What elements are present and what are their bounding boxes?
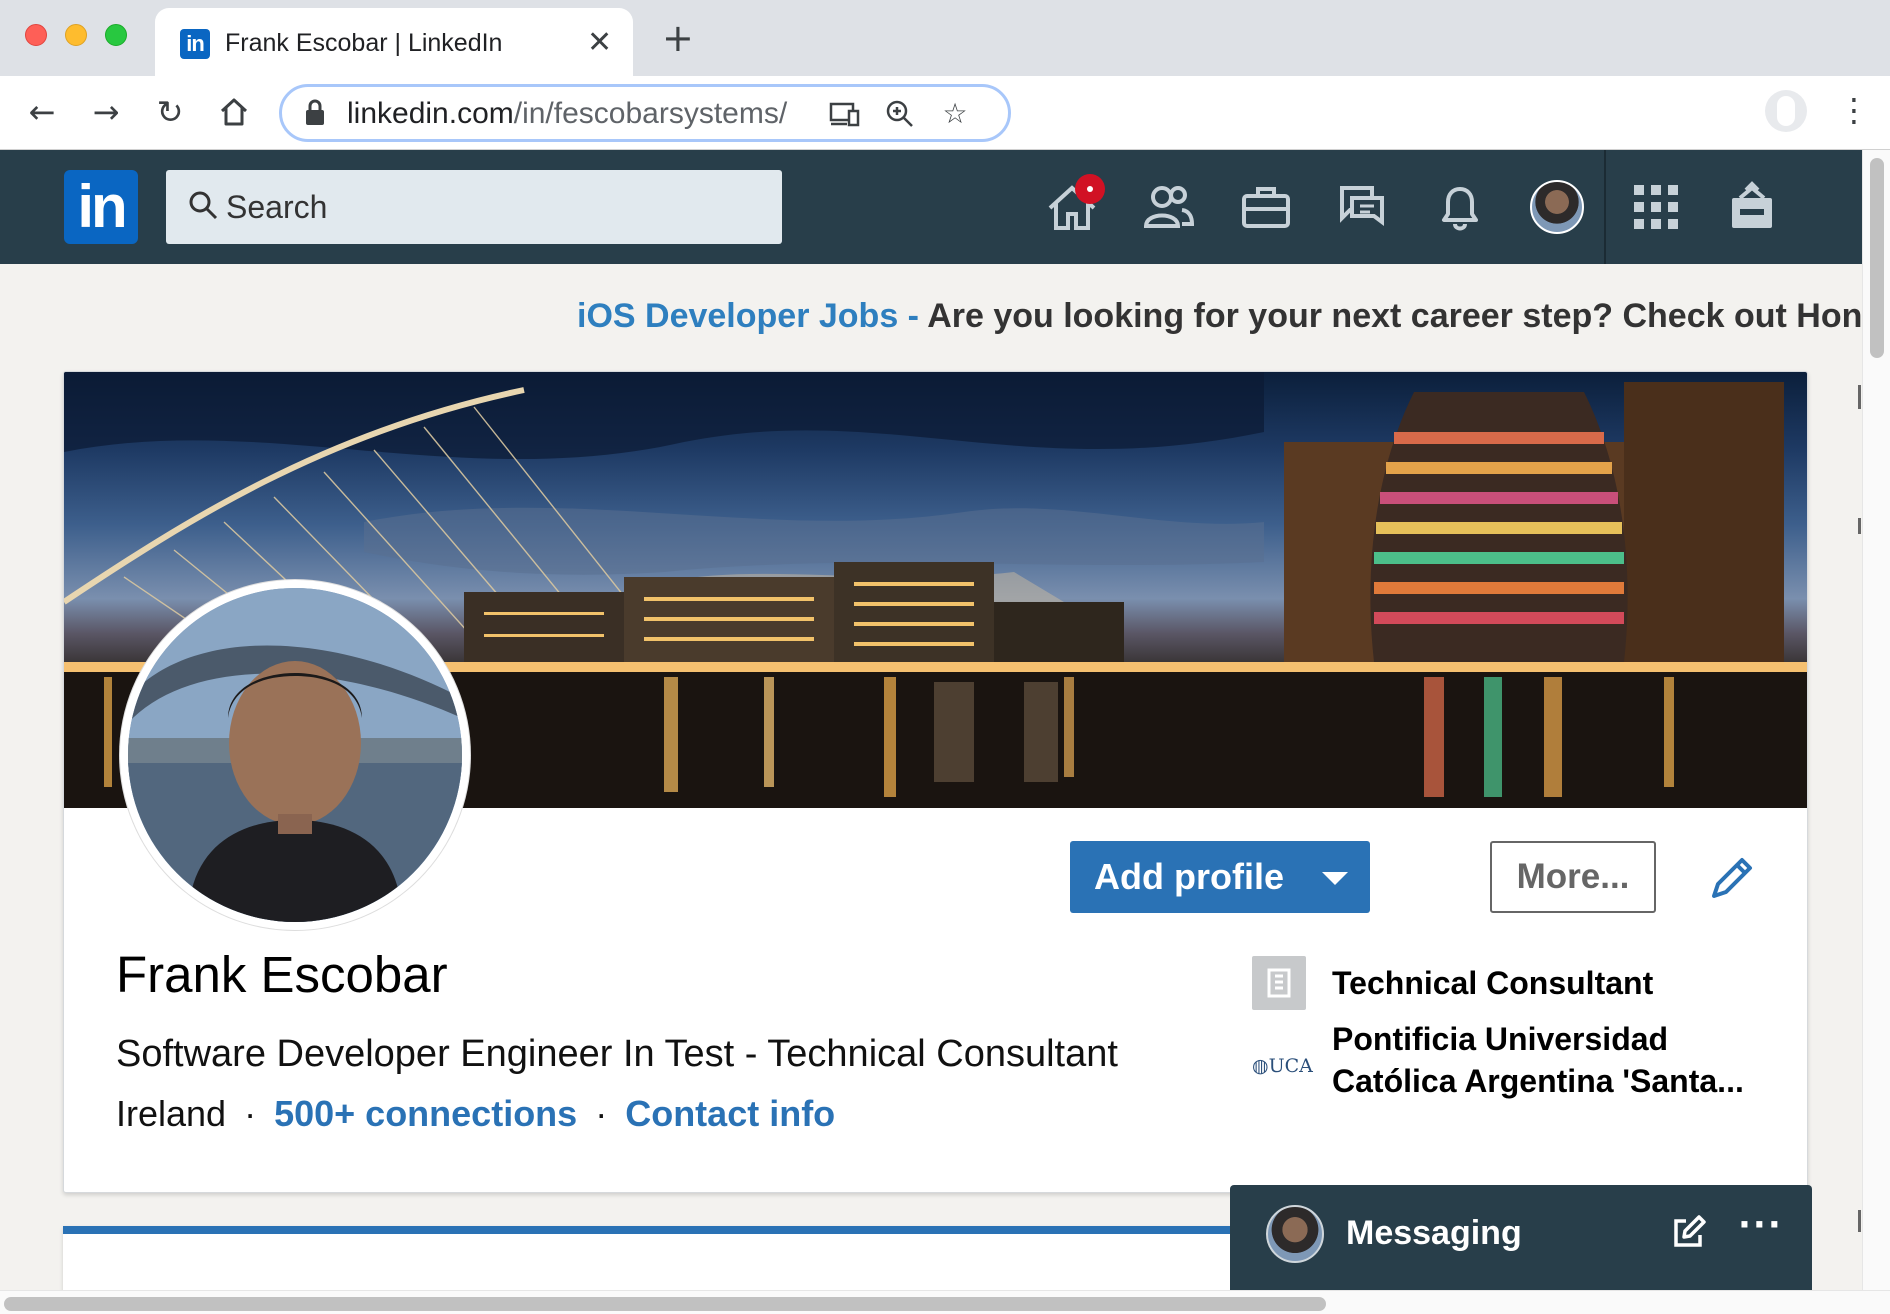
- zoom-icon[interactable]: [882, 95, 918, 133]
- profile-name: Frank Escobar: [116, 946, 448, 1003]
- messaging-more-icon[interactable]: ···: [1738, 1203, 1783, 1247]
- edge-glimpse: [1858, 1210, 1861, 1232]
- address-bar[interactable]: linkedin.com/in/fescobarsystems/ ☆: [279, 84, 1011, 142]
- promo-link[interactable]: iOS Developer Jobs -: [577, 297, 919, 335]
- lock-icon: [306, 99, 324, 125]
- linkedin-favicon-icon: in: [180, 29, 210, 59]
- company-building-icon: [1252, 956, 1306, 1010]
- compose-message-icon[interactable]: [1670, 1215, 1706, 1251]
- minimize-window-button[interactable]: [65, 24, 87, 46]
- vertical-scrollbar[interactable]: [1862, 150, 1890, 1290]
- horizontal-scrollbar[interactable]: [0, 1290, 1890, 1314]
- nav-divider: [1604, 150, 1606, 264]
- maximize-window-button[interactable]: [105, 24, 127, 46]
- horizontal-scroll-thumb[interactable]: [4, 1297, 1326, 1311]
- messaging-dock[interactable]: Messaging ···: [1230, 1185, 1812, 1295]
- promo-ad[interactable]: iOS Developer Jobs - Are you looking for…: [577, 294, 1862, 338]
- separator-dot: ·: [244, 1093, 257, 1134]
- caret-down-icon: [1322, 872, 1348, 885]
- browser-tab-strip: in Frank Escobar | LinkedIn ✕ +: [0, 0, 1890, 76]
- browser-toolbar: ← → ↻ linkedin.com/in/fescobarsystems/ ☆…: [0, 76, 1890, 150]
- new-tab-button[interactable]: +: [662, 18, 694, 58]
- edge-glimpse: [1858, 518, 1861, 534]
- apps-grid-icon[interactable]: [1628, 180, 1684, 234]
- close-window-button[interactable]: [25, 24, 47, 46]
- cast-device-icon[interactable]: [827, 95, 863, 133]
- search-icon: [189, 191, 218, 220]
- browser-profile-icon[interactable]: [1765, 90, 1807, 132]
- vertical-scroll-thumb[interactable]: [1870, 158, 1884, 358]
- profile-photo[interactable]: [120, 580, 470, 930]
- profile-headline: Software Developer Engineer In Test - Te…: [116, 1033, 1118, 1075]
- search-box[interactable]: [166, 170, 782, 244]
- close-tab-icon[interactable]: ✕: [587, 26, 612, 60]
- profile-top-card: Add profile section More... Frank Escoba…: [63, 371, 1808, 1193]
- notification-dot-icon: [1075, 174, 1105, 204]
- reload-icon[interactable]: ↻: [148, 90, 192, 134]
- tab-title: Frank Escobar | LinkedIn: [225, 29, 503, 57]
- linkedin-navbar: in: [0, 150, 1862, 264]
- search-input[interactable]: [226, 170, 766, 244]
- connections-link[interactable]: 500+ connections: [274, 1093, 577, 1134]
- separator-dot: ·: [595, 1093, 608, 1134]
- notifications-icon[interactable]: [1432, 180, 1488, 234]
- url-text: linkedin.com/in/fescobarsystems/: [347, 97, 788, 130]
- premium-icon[interactable]: [1724, 180, 1780, 234]
- network-icon[interactable]: [1140, 180, 1196, 234]
- contact-info-link[interactable]: Contact info: [625, 1093, 835, 1134]
- messaging-label: Messaging: [1346, 1214, 1522, 1252]
- messaging-avatar: [1266, 1205, 1324, 1263]
- uca-logo: ◍UCA: [1252, 1055, 1313, 1077]
- promo-text: Are you looking for your next career ste…: [927, 297, 1862, 335]
- more-button[interactable]: More...: [1490, 841, 1656, 913]
- forward-icon[interactable]: →: [84, 90, 128, 134]
- profile-location: Ireland: [116, 1093, 227, 1134]
- browser-tab[interactable]: in Frank Escobar | LinkedIn ✕: [155, 8, 633, 76]
- messaging-icon[interactable]: [1336, 180, 1392, 234]
- pencil-edit-icon[interactable]: [1704, 852, 1758, 906]
- add-profile-section-label: Add profile section: [1094, 856, 1284, 969]
- jobs-icon[interactable]: [1238, 180, 1294, 234]
- education-link[interactable]: Pontificia Universidad Católica Argentin…: [1332, 1018, 1762, 1102]
- profile-meta: Ireland · 500+ connections · Contact info: [116, 1090, 835, 1138]
- edge-glimpse: [1858, 385, 1861, 409]
- profile-avatar[interactable]: [1530, 180, 1584, 234]
- home-button-icon[interactable]: [212, 90, 256, 134]
- add-profile-section-button[interactable]: Add profile section: [1070, 841, 1370, 969]
- back-icon[interactable]: ←: [20, 90, 64, 134]
- linkedin-logo[interactable]: in: [64, 170, 138, 244]
- current-position-link[interactable]: Technical Consultant: [1332, 962, 1653, 1004]
- browser-menu-icon[interactable]: ⋮: [1838, 88, 1870, 132]
- bookmark-star-icon[interactable]: ☆: [937, 95, 973, 133]
